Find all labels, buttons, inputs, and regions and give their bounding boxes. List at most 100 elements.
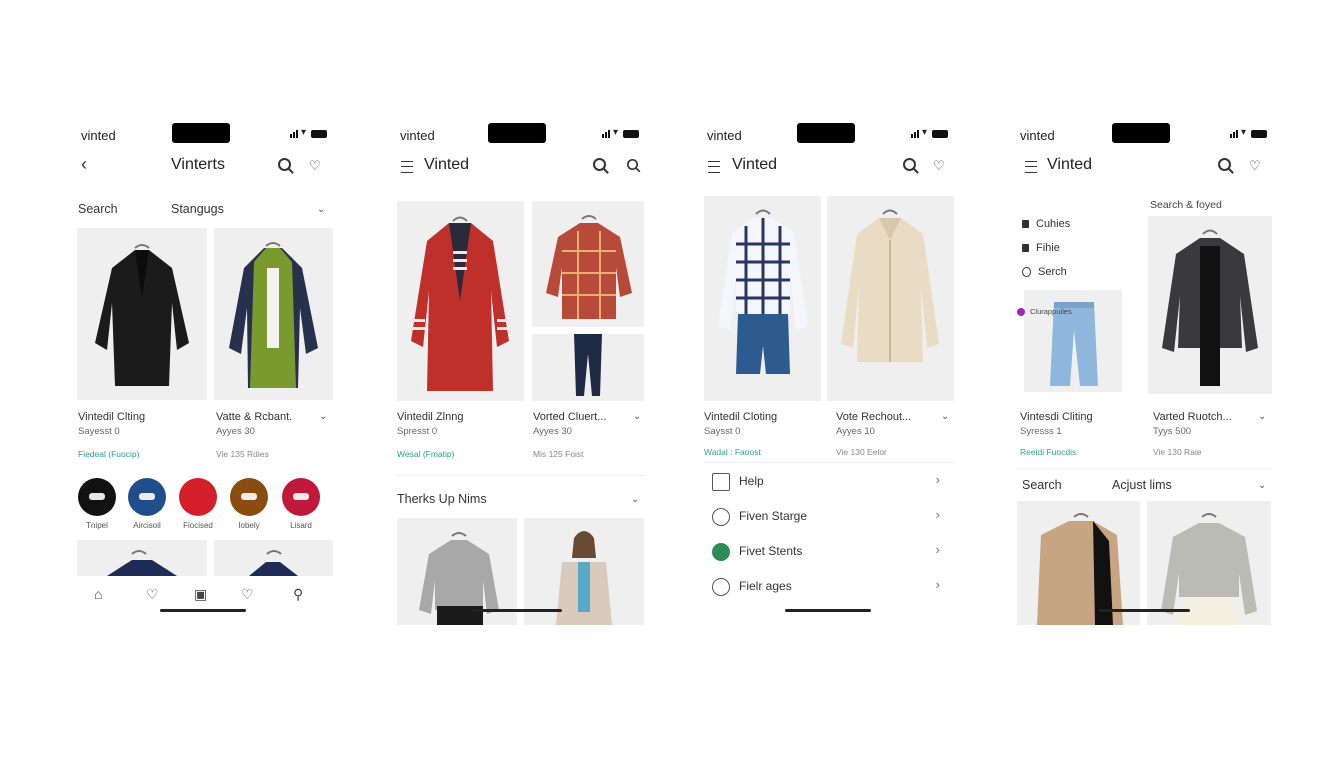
search-icon[interactable] xyxy=(1218,158,1231,171)
category-label: Lisard xyxy=(290,521,312,530)
adjust-items-dropdown[interactable]: Acjust lims xyxy=(1112,478,1172,492)
category-label: Aircisoil xyxy=(133,521,161,530)
product-title[interactable]: Vote Rechout... xyxy=(836,411,911,423)
category-circle[interactable] xyxy=(230,478,268,516)
product-image[interactable] xyxy=(1024,290,1122,392)
chevron-right-icon: › xyxy=(935,472,940,487)
red-cardigan-image xyxy=(411,216,511,391)
phone-screen-browse: vinted ▾ ‹ Vinterts ♡ Search Stangugs ⌄ … xyxy=(77,120,333,625)
product-title[interactable]: Varted Ruotch... xyxy=(1153,411,1232,423)
product-meta: Spresst 0 xyxy=(397,426,438,437)
battery-icon xyxy=(311,130,327,138)
nav-bar: Vinted xyxy=(396,148,645,184)
product-image[interactable] xyxy=(827,196,954,401)
back-icon[interactable]: ‹ xyxy=(81,154,97,174)
menu-item-help[interactable]: Help › xyxy=(703,466,954,500)
chevron-down-icon[interactable]: ⌄ xyxy=(317,204,325,215)
chevron-down-icon[interactable]: ⌄ xyxy=(1258,480,1266,491)
product-title[interactable]: Vintesdi Cliting xyxy=(1020,411,1093,423)
menu-item-label: Fiven Starge xyxy=(739,509,808,523)
chevron-down-icon[interactable]: ⌄ xyxy=(941,411,949,422)
product-title[interactable]: Vatte & Rcbant. xyxy=(216,411,292,423)
product-image[interactable] xyxy=(397,201,524,401)
search-icon[interactable]: ⚲ xyxy=(293,586,303,603)
battery-icon xyxy=(1251,130,1267,138)
system-icons: ▾ xyxy=(601,127,639,138)
divider xyxy=(396,475,645,476)
side-menu-item[interactable]: Serch xyxy=(1022,266,1067,278)
product-status: Vie 130 Raie xyxy=(1153,447,1202,457)
chevron-down-icon[interactable]: ⌄ xyxy=(1258,411,1266,422)
search-icon[interactable] xyxy=(593,158,606,171)
chevron-right-icon: › xyxy=(935,577,940,592)
side-menu-item[interactable]: Fihie xyxy=(1022,242,1060,254)
search-label[interactable]: Search xyxy=(1022,478,1062,492)
product-meta: Syresss 1 xyxy=(1020,426,1062,437)
side-menu-label: Fihie xyxy=(1036,242,1060,254)
product-image[interactable] xyxy=(214,228,333,400)
product-title[interactable]: Vintedil Clting xyxy=(78,411,145,423)
light-jeans-image xyxy=(1050,302,1098,386)
menu-icon[interactable] xyxy=(708,161,720,173)
wifi-icon: ▾ xyxy=(612,127,618,138)
chevron-down-icon[interactable]: ⌄ xyxy=(319,411,327,422)
search-icon xyxy=(1022,267,1031,277)
product-status: Wadal : Faoost xyxy=(704,447,761,457)
product-image[interactable] xyxy=(704,196,821,401)
category-circle[interactable] xyxy=(179,478,217,516)
section-title[interactable]: Therks Up Nims xyxy=(397,492,487,506)
divider xyxy=(703,462,954,463)
product-title[interactable]: Vintedil Zlnng xyxy=(397,411,463,423)
search-icon[interactable] xyxy=(626,158,639,171)
search-icon[interactable] xyxy=(278,158,291,171)
chevron-down-icon[interactable]: ⌄ xyxy=(633,411,641,422)
category-circle[interactable] xyxy=(78,478,116,516)
product-image[interactable] xyxy=(1148,216,1272,394)
heart-outline-icon[interactable]: ♡ xyxy=(241,586,254,603)
signal-icon xyxy=(1229,130,1238,138)
menu-icon[interactable] xyxy=(401,161,413,173)
product-image[interactable] xyxy=(532,201,644,327)
product-image[interactable] xyxy=(1017,501,1140,625)
home-indicator xyxy=(160,609,246,612)
product-meta: Ayyes 10 xyxy=(836,426,875,437)
product-title[interactable]: Vintedil Cloting xyxy=(704,411,777,423)
search-label[interactable]: Search xyxy=(78,202,118,216)
heart-icon[interactable]: ♡ xyxy=(146,586,159,603)
chevron-down-icon[interactable]: ⌄ xyxy=(631,494,639,505)
product-meta: Ayyes 30 xyxy=(216,426,255,437)
wifi-icon: ▾ xyxy=(921,127,927,138)
edit-icon xyxy=(712,473,730,491)
signal-icon xyxy=(910,130,919,138)
tag-dot xyxy=(1017,308,1025,316)
product-image[interactable] xyxy=(214,540,333,576)
status-bar: vinted ▾ xyxy=(77,120,333,148)
notification-icon[interactable]: ♡ xyxy=(933,158,949,174)
product-image[interactable] xyxy=(1147,501,1271,625)
nav-bar: Vinted ♡ xyxy=(1016,148,1273,184)
menu-item-fielr-ages[interactable]: Fielr ages › xyxy=(703,571,954,605)
signal-icon xyxy=(601,130,610,138)
wifi-icon: ▾ xyxy=(300,127,306,138)
filter-dropdown[interactable]: Stangugs xyxy=(171,202,224,216)
status-bar: vinted ▾ xyxy=(703,120,954,148)
page-title: Vinted xyxy=(732,156,778,173)
sell-icon[interactable]: ▣ xyxy=(194,586,207,603)
search-found-label[interactable]: Search & foyed xyxy=(1150,199,1222,211)
notification-icon[interactable]: ♡ xyxy=(309,158,325,174)
product-title[interactable]: Vorted Cluert... xyxy=(533,411,606,423)
search-icon[interactable] xyxy=(903,158,916,171)
category-circle[interactable] xyxy=(282,478,320,516)
badge-icon xyxy=(712,508,730,526)
category-circle[interactable] xyxy=(128,478,166,516)
product-image[interactable] xyxy=(77,228,207,400)
menu-item-fiven-starge[interactable]: Fiven Starge › xyxy=(703,501,954,535)
page-title: Vinted xyxy=(1047,156,1093,173)
side-menu-item[interactable]: Cuhies xyxy=(1022,218,1070,230)
menu-item-fivet-stents[interactable]: Fivet Stents › xyxy=(703,536,954,570)
notification-icon[interactable]: ♡ xyxy=(1249,158,1265,174)
product-image[interactable] xyxy=(532,334,644,401)
home-icon[interactable]: ⌂ xyxy=(94,586,102,602)
menu-icon[interactable] xyxy=(1025,161,1037,173)
product-image[interactable] xyxy=(77,540,207,576)
